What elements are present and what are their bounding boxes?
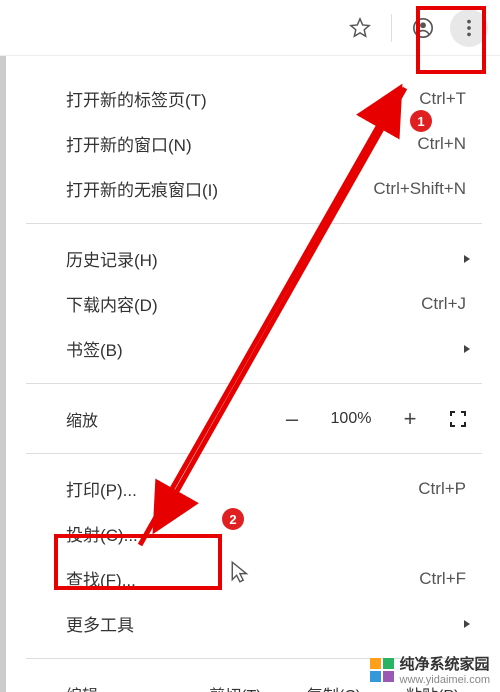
- menu-label: 打开新的窗口(N): [66, 131, 417, 156]
- menu-more-tools[interactable]: 更多工具: [66, 601, 482, 646]
- menu-print[interactable]: 打印(P)... Ctrl+P: [66, 466, 482, 511]
- menu-shortcut: Ctrl+N: [417, 134, 466, 154]
- watermark: 纯净系统家园 www.yidaimei.com: [370, 653, 490, 686]
- watermark-url: www.yidaimei.com: [400, 674, 490, 686]
- more-menu-icon[interactable]: [450, 9, 488, 47]
- toolbar-separator: [391, 14, 392, 42]
- menu-cast[interactable]: 投射(C)...: [66, 511, 482, 556]
- menu-label: 书签(B): [66, 336, 482, 361]
- menu-new-tab[interactable]: 打开新的标签页(T) Ctrl+T: [66, 76, 482, 121]
- menu-bookmarks[interactable]: 书签(B): [66, 326, 482, 371]
- menu-label: 打印(P)...: [66, 476, 418, 501]
- menu-label: 投射(C)...: [66, 521, 482, 546]
- menu-label: 查找(F)...: [66, 566, 419, 591]
- menu-label: 打开新的标签页(T): [66, 86, 419, 111]
- menu-label: 下载内容(D): [66, 291, 421, 316]
- fullscreen-icon[interactable]: [434, 410, 482, 428]
- zoom-out-button[interactable]: –: [268, 406, 316, 432]
- menu-shortcut: Ctrl+P: [418, 479, 466, 499]
- menu-shortcut: Ctrl+Shift+N: [373, 179, 466, 199]
- menu-label: 历史记录(H): [66, 246, 482, 271]
- menu-new-window[interactable]: 打开新的窗口(N) Ctrl+N: [66, 121, 482, 166]
- menu-label: 更多工具: [66, 611, 482, 636]
- watermark-logo-icon: [370, 658, 394, 682]
- submenu-arrow-icon: [462, 339, 472, 359]
- chrome-menu: 打开新的标签页(T) Ctrl+T 打开新的窗口(N) Ctrl+N 打开新的无…: [0, 56, 500, 692]
- menu-new-incognito[interactable]: 打开新的无痕窗口(I) Ctrl+Shift+N: [66, 166, 482, 211]
- copy-button[interactable]: 复制(C): [285, 682, 384, 692]
- edit-label: 编辑: [66, 682, 186, 692]
- bookmark-star-icon[interactable]: [341, 9, 379, 47]
- menu-separator: [26, 383, 482, 384]
- profile-icon[interactable]: [404, 9, 442, 47]
- menu-label: 打开新的无痕窗口(I): [66, 176, 373, 201]
- menu-shortcut: Ctrl+F: [419, 569, 466, 589]
- watermark-name: 纯净系统家园: [400, 653, 490, 674]
- zoom-label: 缩放: [66, 407, 186, 431]
- menu-find[interactable]: 查找(F)... Ctrl+F: [66, 556, 482, 601]
- menu-separator: [26, 453, 482, 454]
- zoom-value: 100%: [316, 410, 386, 428]
- menu-shortcut: Ctrl+J: [421, 294, 466, 314]
- cut-button[interactable]: 剪切(T): [186, 682, 285, 692]
- menu-zoom: 缩放 – 100% +: [66, 396, 482, 441]
- menu-shortcut: Ctrl+T: [419, 89, 466, 109]
- zoom-in-button[interactable]: +: [386, 406, 434, 432]
- menu-history[interactable]: 历史记录(H): [66, 236, 482, 281]
- submenu-arrow-icon: [462, 249, 472, 269]
- menu-downloads[interactable]: 下载内容(D) Ctrl+J: [66, 281, 482, 326]
- submenu-arrow-icon: [462, 614, 472, 634]
- menu-separator: [26, 223, 482, 224]
